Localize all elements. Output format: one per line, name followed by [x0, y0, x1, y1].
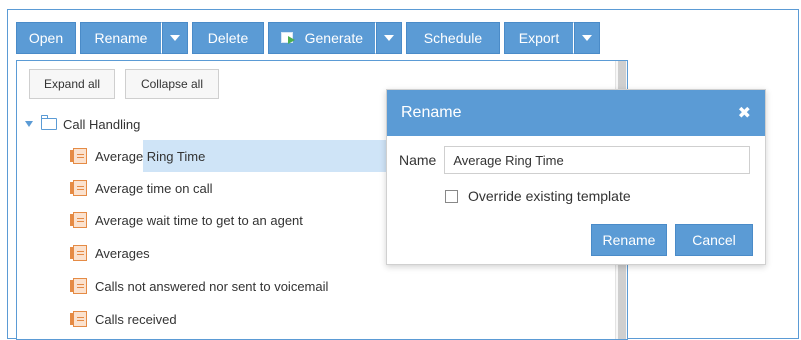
collapse-all-button[interactable]: Collapse all — [125, 69, 219, 99]
schedule-button[interactable]: Schedule — [406, 22, 500, 54]
generate-button[interactable]: Generate — [268, 22, 376, 54]
rename-button[interactable]: Rename — [80, 22, 162, 54]
name-label: Name — [399, 152, 437, 168]
tree-item-label: Averages — [95, 245, 150, 261]
report-document-icon — [70, 148, 87, 164]
tree-item-label: Calls received — [95, 311, 177, 327]
report-document-icon — [70, 212, 87, 228]
override-label: Override existing template — [468, 188, 631, 204]
generate-label: Generate — [304, 30, 363, 46]
name-input[interactable] — [444, 146, 751, 174]
generate-icon — [281, 31, 297, 45]
tree-item-label: Average wait time to get to an agent — [95, 212, 303, 228]
export-menu-button[interactable] — [574, 22, 600, 54]
tree-folder-call-handling[interactable]: Call Handling — [25, 109, 140, 139]
tree-item-label: Calls not answered nor sent to voicemail — [95, 278, 329, 294]
override-checkbox[interactable] — [445, 189, 458, 203]
delete-label: Delete — [207, 30, 249, 46]
expand-all-button[interactable]: Expand all — [29, 69, 115, 99]
rename-dialog: Rename ✖ Name Override existing template… — [386, 89, 766, 265]
folder-open-icon — [41, 115, 57, 130]
tree-item[interactable]: Calls not answered nor sent to voicemail — [17, 270, 627, 302]
chevron-down-icon — [384, 35, 394, 41]
rename-confirm-button[interactable]: Rename — [591, 224, 667, 256]
override-row[interactable]: Override existing template — [445, 188, 631, 204]
tree-item-label: Average time on call — [95, 180, 213, 196]
open-button[interactable]: Open — [16, 22, 76, 54]
dialog-header: Rename ✖ — [387, 90, 765, 136]
generate-menu-button[interactable] — [376, 22, 402, 54]
chevron-down-icon — [582, 35, 592, 41]
delete-button[interactable]: Delete — [192, 22, 264, 54]
tree-folder-label: Call Handling — [63, 116, 141, 132]
rename-menu-button[interactable] — [162, 22, 188, 54]
chevron-down-icon — [170, 35, 180, 41]
report-document-icon — [70, 245, 87, 261]
cancel-button[interactable]: Cancel — [675, 224, 753, 256]
report-document-icon — [70, 278, 87, 294]
report-document-icon — [70, 311, 87, 327]
export-button[interactable]: Export — [504, 22, 574, 54]
chevron-down-icon[interactable] — [25, 121, 33, 127]
dialog-title: Rename — [401, 104, 462, 121]
tree-item-label: Average Ring Time — [95, 148, 206, 164]
report-document-icon — [70, 180, 87, 196]
close-icon[interactable]: ✖ — [738, 103, 751, 123]
tree-item[interactable]: Calls received — [17, 303, 627, 335]
export-label: Export — [518, 30, 560, 46]
toolbar: Open Rename Delete Generate Schedule Exp… — [16, 22, 604, 54]
schedule-label: Schedule — [423, 30, 483, 46]
name-row: Name — [399, 146, 751, 174]
